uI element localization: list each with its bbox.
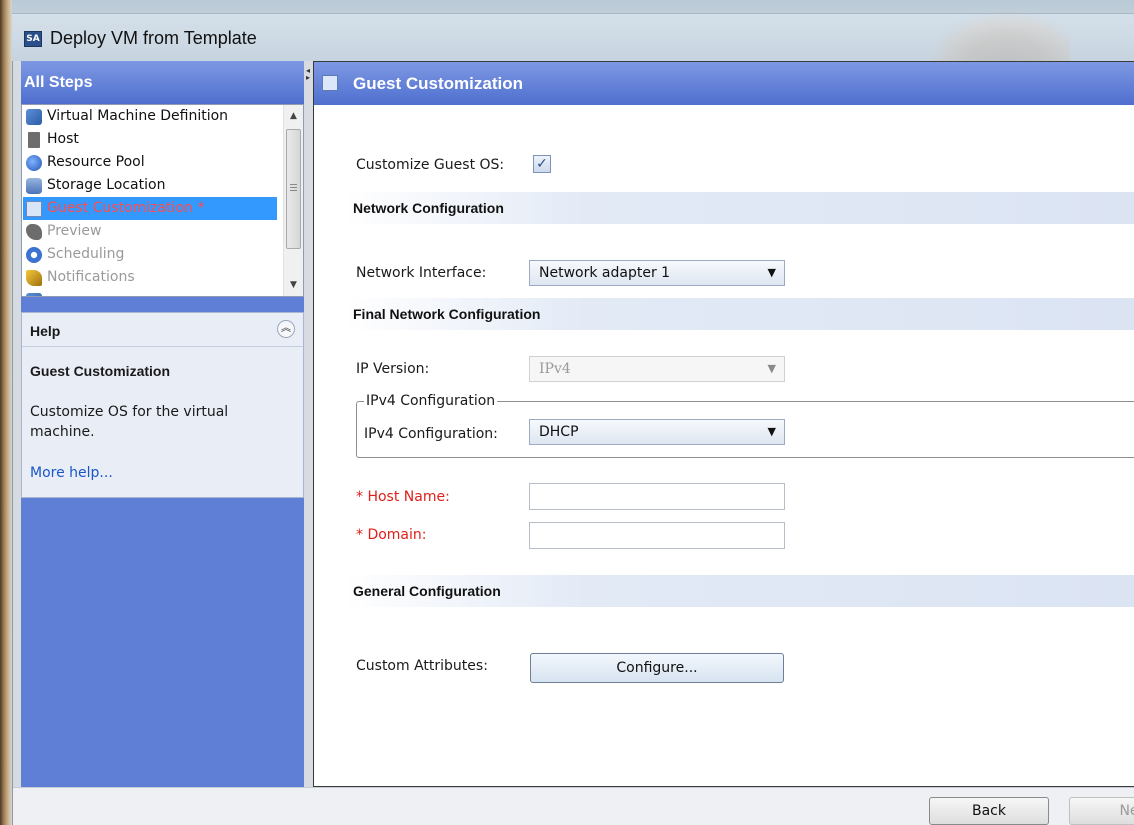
grip-icon	[290, 184, 297, 185]
general-configuration-section: General Configuration	[345, 575, 1134, 607]
back-button[interactable]: Back	[929, 797, 1049, 825]
steps-scrollbar[interactable]: ▲ ▼	[283, 105, 303, 296]
next-button[interactable]: Ne	[1069, 797, 1134, 825]
ipv4-configuration-label: IPv4 Configuration:	[364, 426, 498, 442]
guest-customization-icon	[322, 75, 338, 91]
ip-version-label: IP Version:	[356, 361, 430, 377]
steps-list: Virtual Machine Definition Host Resource…	[21, 104, 304, 297]
step-partial-hidden	[23, 289, 277, 296]
help-panel: Help ︽ Guest Customization Customize OS …	[21, 312, 304, 498]
pane-splitter[interactable]: ◂ ▸	[306, 61, 312, 787]
step-label: Virtual Machine Definition	[47, 108, 229, 124]
step-label: Scheduling	[47, 246, 125, 262]
select-value: IPv4	[539, 361, 571, 377]
step-storage-location[interactable]: Storage Location	[23, 174, 277, 197]
help-subtitle: Guest Customization	[30, 363, 171, 379]
step-resource-pool[interactable]: Resource Pool	[23, 151, 277, 174]
scroll-up-arrow-icon[interactable]: ▲	[284, 107, 303, 125]
step-virtual-machine-definition[interactable]: Virtual Machine Definition	[23, 105, 277, 128]
collapse-up-icon[interactable]: ︽	[277, 320, 295, 338]
dropdown-arrow-icon: ▼	[767, 362, 776, 375]
window-titlebar[interactable]: SA Deploy VM from Template	[12, 13, 1134, 63]
help-body: Customize OS for the virtual machine.	[30, 404, 229, 440]
job-status-icon	[26, 293, 42, 296]
select-value: DHCP	[539, 424, 579, 440]
app-icon: SA	[24, 31, 42, 47]
storage-icon	[26, 178, 42, 194]
left-column: All Steps Virtual Machine Definition Hos…	[21, 61, 304, 787]
step-guest-customization[interactable]: Guest Customization *	[23, 197, 277, 220]
help-title: Help	[30, 323, 61, 339]
pane-title: Guest Customization	[353, 74, 524, 93]
step-label: Notifications	[47, 269, 135, 285]
step-scheduling[interactable]: Scheduling	[23, 243, 277, 266]
scroll-thumb[interactable]	[286, 129, 301, 249]
step-preview[interactable]: Preview	[23, 220, 277, 243]
host-name-input[interactable]	[529, 483, 785, 510]
step-host[interactable]: Host	[23, 128, 277, 151]
custom-attributes-label: Custom Attributes:	[356, 658, 488, 674]
help-header: Help ︽	[22, 313, 303, 347]
select-value: Network adapter 1	[539, 265, 671, 281]
preview-icon	[26, 224, 42, 240]
dropdown-arrow-icon: ▼	[767, 425, 776, 438]
step-notifications[interactable]: Notifications	[23, 266, 277, 289]
checkmark-icon: ✓	[536, 156, 548, 172]
step-label: Preview	[47, 223, 102, 239]
domain-input[interactable]	[529, 522, 785, 549]
network-interface-label: Network Interface:	[356, 265, 487, 281]
host-icon	[28, 132, 40, 148]
wizard-footer: Back Ne	[13, 787, 1134, 825]
ip-version-select: IPv4 ▼	[529, 356, 785, 382]
section-title: General Configuration	[353, 583, 501, 599]
customize-guest-os-label: Customize Guest OS:	[356, 157, 505, 173]
deploy-vm-window: SA Deploy VM from Template All Steps Vir…	[12, 0, 1134, 825]
step-label: Resource Pool	[47, 154, 145, 170]
vm-icon	[26, 109, 42, 125]
pane-header: Guest Customization	[314, 62, 1134, 105]
customize-guest-os-checkbox[interactable]: ✓	[533, 155, 551, 173]
step-label: Storage Location	[47, 177, 166, 193]
steps-header: All Steps	[21, 61, 304, 104]
window-title: Deploy VM from Template	[50, 28, 257, 48]
host-name-label: * Host Name:	[356, 489, 450, 505]
scroll-down-arrow-icon[interactable]: ▼	[284, 276, 303, 294]
ipv4-configuration-legend: IPv4 Configuration	[364, 393, 498, 409]
section-title: Network Configuration	[353, 200, 504, 216]
domain-label: * Domain:	[356, 527, 427, 543]
desktop-edge	[0, 0, 12, 825]
splitter-arrows-icon: ◂ ▸	[306, 66, 311, 82]
step-label: Host	[47, 131, 79, 147]
clock-icon	[26, 247, 42, 263]
guest-customization-icon	[26, 201, 42, 217]
window-body: All Steps Virtual Machine Definition Hos…	[12, 61, 1134, 825]
network-interface-select[interactable]: Network adapter 1 ▼	[529, 260, 785, 286]
more-help-link[interactable]: More help...	[30, 465, 113, 481]
step-label: Guest Customization *	[47, 200, 205, 216]
configure-button[interactable]: Configure...	[530, 653, 784, 683]
dropdown-arrow-icon: ▼	[767, 266, 776, 279]
resource-pool-icon	[26, 155, 42, 171]
final-network-configuration-section: Final Network Configuration	[345, 298, 1134, 330]
section-title: Final Network Configuration	[353, 306, 541, 322]
network-configuration-section: Network Configuration	[345, 192, 1134, 224]
guest-customization-pane: Guest Customization Customize Guest OS: …	[313, 61, 1134, 787]
notification-icon	[26, 270, 42, 286]
ipv4-configuration-select[interactable]: DHCP ▼	[529, 419, 785, 445]
